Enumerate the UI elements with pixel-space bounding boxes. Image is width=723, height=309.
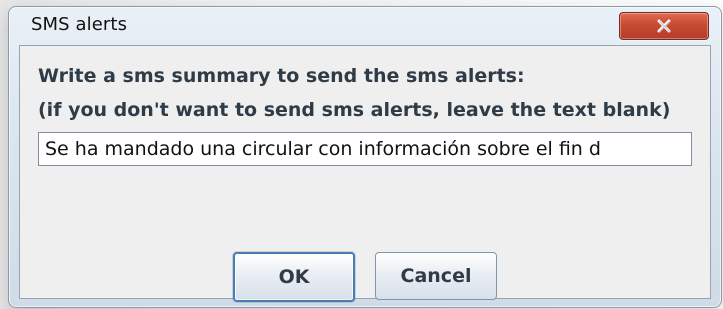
dialog-buttons: OK Cancel	[20, 252, 710, 302]
dialog-client-area: Write a sms summary to send the sms aler…	[19, 45, 711, 302]
prompt-line-1: Write a sms summary to send the sms aler…	[38, 65, 525, 87]
close-button[interactable]	[619, 12, 709, 40]
cancel-button-label: Cancel	[400, 265, 472, 287]
sms-summary-input[interactable]	[38, 132, 692, 166]
desktop-background: SMS alerts Write a sms summary to send t…	[0, 0, 723, 309]
close-icon	[657, 19, 671, 33]
window-title: SMS alerts	[31, 14, 128, 35]
dialog-window: SMS alerts Write a sms summary to send t…	[8, 6, 722, 308]
dialog-content: Write a sms summary to send the sms aler…	[38, 62, 698, 166]
ok-button-label: OK	[278, 266, 310, 288]
prompt-line-2: (if you don't want to send sms alerts, l…	[38, 99, 671, 121]
window-titlebar[interactable]: SMS alerts	[9, 7, 721, 41]
cancel-button[interactable]: Cancel	[375, 252, 497, 300]
ok-button[interactable]: OK	[233, 252, 355, 302]
